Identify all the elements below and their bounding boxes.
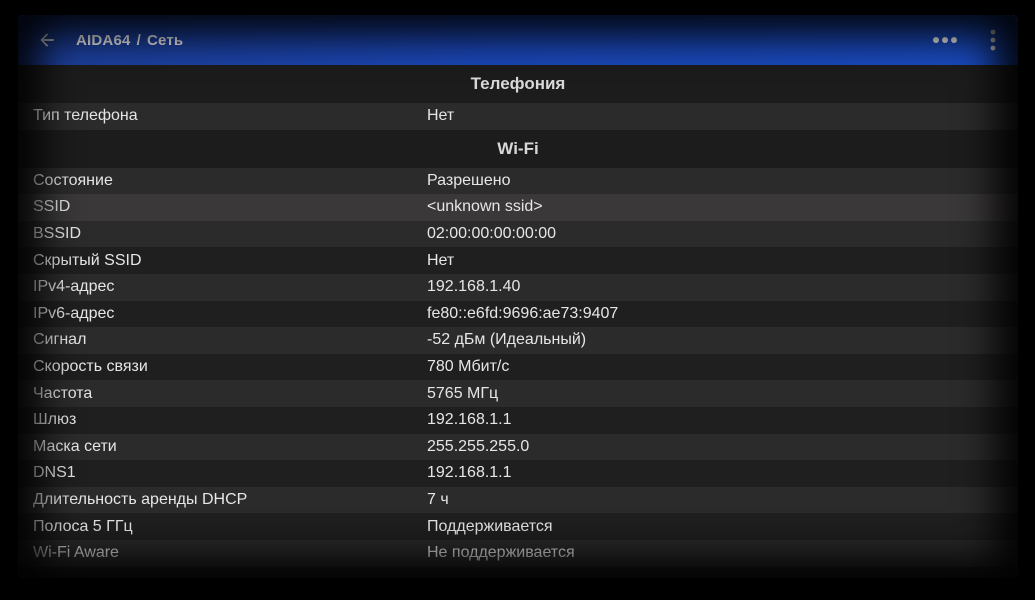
- item-label: Скорость связи: [33, 358, 148, 376]
- arrow-back-icon: [40, 33, 54, 47]
- breadcrumb-separator: /: [136, 31, 141, 49]
- item-label: Состояние: [33, 171, 113, 189]
- section-header: Телефония: [18, 65, 1018, 103]
- overflow-menu-button[interactable]: [970, 15, 1016, 65]
- app-name: AIDA64: [76, 31, 131, 49]
- back-button[interactable]: [18, 15, 76, 65]
- item-value: 780 Мбит/с: [427, 358, 510, 376]
- more-vertical-icon: [990, 29, 996, 51]
- item-label: Маска сети: [33, 437, 117, 455]
- list-item[interactable]: Полоса 5 ГГц Поддерживается: [18, 513, 1018, 540]
- more-horizontal-button[interactable]: [920, 15, 970, 65]
- item-value: Разрешено: [427, 171, 511, 189]
- item-value: Поддерживается: [427, 517, 553, 535]
- list-item[interactable]: Шлюз 192.168.1.1: [18, 406, 1018, 434]
- page-name: Сеть: [146, 31, 184, 49]
- page-title: AIDA64 / Сеть: [76, 32, 183, 49]
- item-value: <unknown ssid>: [427, 198, 543, 216]
- list-item[interactable]: Wi-Fi Aware Не поддерживается: [18, 539, 1018, 567]
- item-value: 255.255.255.0: [427, 437, 530, 455]
- item-label: Длительность аренды DHCP: [33, 491, 248, 509]
- item-label: BSSID: [33, 225, 82, 243]
- item-label: Полоса 5 ГГц: [33, 517, 133, 535]
- item-value: 02:00:00:00:00:00: [427, 225, 557, 243]
- list-item[interactable]: IPv6-адрес fe80::e6fd:9696:ae73:9407: [18, 300, 1018, 328]
- list-item[interactable]: Сигнал -52 дБм (Идеальный): [18, 327, 1018, 354]
- item-value: Не поддерживается: [427, 544, 575, 562]
- item-label: Частота: [33, 384, 93, 402]
- item-label: SSID: [33, 198, 71, 216]
- list-item[interactable]: SSID <unknown ssid>: [18, 194, 1018, 221]
- app-bar: AIDA64 / Сеть: [18, 15, 1018, 65]
- item-value: 7 ч: [427, 491, 449, 509]
- item-value: Нет: [427, 107, 455, 125]
- list-item[interactable]: Тип телефона Нет: [18, 103, 1018, 130]
- item-label: Сигнал: [33, 331, 87, 349]
- list-item[interactable]: Частота 5765 МГц: [18, 380, 1018, 407]
- item-value: fe80::e6fd:9696:ae73:9407: [427, 304, 619, 322]
- item-label: DNS1: [33, 464, 76, 482]
- item-label: IPv4-адрес: [33, 278, 115, 296]
- item-label: Скрытый SSID: [33, 251, 142, 269]
- item-value: Нет: [427, 251, 455, 269]
- list-item[interactable]: DNS1 192.168.1.1: [18, 460, 1018, 487]
- info-list[interactable]: Телефония Тип телефона Нет Wi-Fi Состояние Ра…: [18, 65, 1018, 578]
- list-item[interactable]: Состояние Разрешено: [18, 167, 1018, 195]
- list-item[interactable]: Маска сети 255.255.255.0: [18, 433, 1018, 461]
- item-label: IPv6-адрес: [33, 304, 115, 322]
- item-value: 192.168.1.1: [427, 464, 512, 482]
- app-screen: AIDA64 / Сеть Телефония Тип телефона Нет Wi-F…: [18, 15, 1018, 578]
- list-item[interactable]: Скорость связи 780 Мбит/с: [18, 353, 1018, 381]
- more-horizontal-icon: [933, 37, 957, 43]
- item-value: 192.168.1.40: [427, 278, 521, 296]
- item-value: 192.168.1.1: [427, 411, 512, 429]
- item-label: Wi-Fi Aware: [33, 544, 119, 562]
- item-label: Тип телефона: [33, 107, 138, 125]
- list-item[interactable]: IPv4-адрес 192.168.1.40: [18, 273, 1018, 301]
- list-item[interactable]: BSSID 02:00:00:00:00:00: [18, 220, 1018, 248]
- item-value: -52 дБм (Идеальный): [427, 331, 587, 349]
- item-label: Шлюз: [33, 411, 77, 429]
- item-value: 5765 МГц: [427, 384, 499, 402]
- toolbar-actions: [920, 15, 1018, 65]
- section-header: Wi-Fi: [18, 129, 1018, 168]
- list-item[interactable]: Скрытый SSID Нет: [18, 247, 1018, 274]
- list-item[interactable]: Длительность аренды DHCP 7 ч: [18, 486, 1018, 514]
